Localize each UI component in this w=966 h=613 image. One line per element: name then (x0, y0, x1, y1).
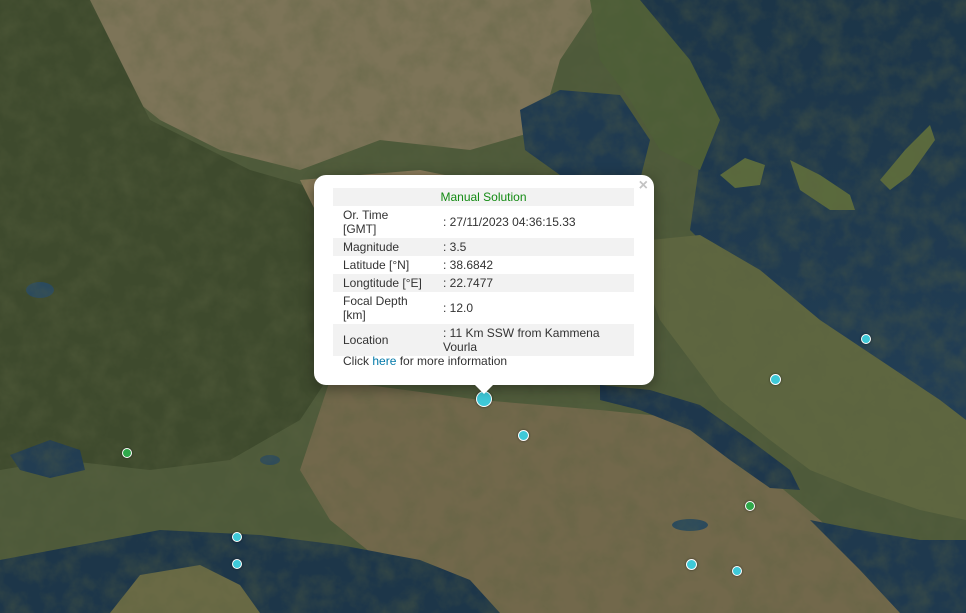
earthquake-marker[interactable] (517, 429, 529, 441)
more-info-link[interactable]: here (372, 354, 396, 368)
popup-pointer (474, 384, 494, 394)
latitude-value: : 38.6842 (443, 258, 494, 272)
more-info-suffix: for more information (396, 354, 508, 368)
earthquake-marker[interactable] (685, 558, 697, 570)
origin-time-value: : 27/11/2023 04:36:15.33 (443, 215, 576, 229)
location-label: Location (333, 324, 433, 356)
longitude-label: Longtitude [°E] (333, 274, 433, 292)
longitude-value: : 22.7477 (433, 274, 634, 292)
solution-type-title: Manual Solution (333, 188, 634, 206)
origin-time-label: Or. Time [GMT] (343, 208, 389, 236)
earthquake-marker[interactable] (232, 532, 242, 542)
more-info-text: Click here for more information (343, 354, 507, 368)
location-value: : 11 Km SSW from Kammena Vourla (433, 324, 634, 356)
earthquake-marker[interactable] (745, 501, 755, 511)
close-icon[interactable]: × (639, 177, 648, 195)
earthquake-marker[interactable] (122, 448, 132, 458)
event-details-table: Manual Solution Or. Time [GMT] : 27/11/2… (333, 188, 634, 356)
focal-depth-label: Focal Depth [km] (343, 294, 408, 322)
earthquake-marker[interactable] (861, 334, 871, 344)
more-info-prefix: Click (343, 354, 373, 368)
focal-depth-value: : 12.0 (443, 301, 474, 315)
earthquake-marker[interactable] (232, 559, 242, 569)
earthquake-info-popup: × Manual Solution Or. Time [GMT] : 27/11… (314, 175, 654, 385)
earthquake-marker[interactable] (769, 373, 781, 385)
latitude-label: Latitude [°N] (343, 258, 410, 272)
magnitude-value: : 3.5 (433, 238, 634, 256)
magnitude-label: Magnitude (333, 238, 433, 256)
earthquake-marker[interactable] (732, 566, 742, 576)
